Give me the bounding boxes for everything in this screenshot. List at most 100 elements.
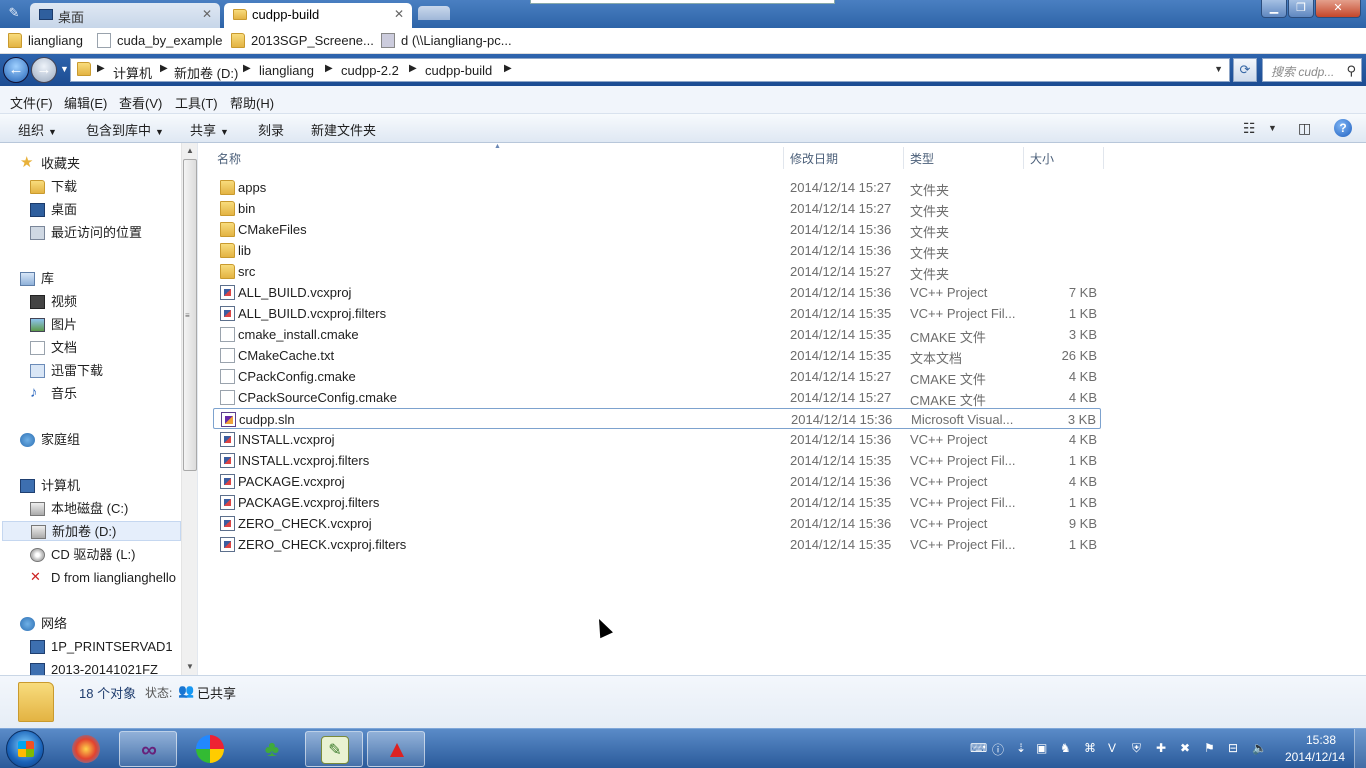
nav-downloads[interactable]: 下载 [30,177,77,197]
file-row[interactable]: ZERO_CHECK.vcxproj 2014/12/14 15:36 VC++ P… [213,513,1101,534]
back-button[interactable]: ← [3,57,29,83]
chevron-right-icon[interactable]: ▶ [243,63,251,74]
nav-network-host[interactable]: 1P_PRINTSERVAD1 [30,637,173,657]
clock-time[interactable]: 15:38 [1296,733,1346,747]
file-row[interactable]: cmake_install.cmake 2014/12/14 15:35 CMAKE… [213,324,1101,345]
file-row[interactable]: CMakeCache.txt 2014/12/14 15:35 文本文档 26 KB [213,345,1101,366]
close-icon[interactable]: ✕ [202,7,212,21]
tray-arrow-icon[interactable]: ⇣ [1016,741,1026,755]
breadcrumb-liangliang[interactable]: liangliang [259,63,314,78]
shield-icon[interactable]: ⛨ [1132,741,1141,756]
preview-pane-icon[interactable]: ◫ [1298,120,1311,137]
file-row[interactable]: INSTALL.vcxproj.filters 2014/12/14 15:35 V… [213,450,1101,471]
nav-thunder-downloads[interactable]: 迅雷下载 [30,361,103,381]
menu-edit[interactable]: 编辑(E) [64,93,107,112]
file-row[interactable]: cudpp.sln 2014/12/14 15:36 Microsoft Visua… [213,408,1101,429]
organize-button[interactable]: 组织 ▼ [18,120,57,139]
users-icon[interactable]: ♞ [1060,741,1071,755]
file-row[interactable]: lib 2014/12/14 15:36 文件夹 [213,240,1101,261]
column-header-name[interactable]: 名称 [217,150,241,167]
file-row[interactable]: CMakeFiles 2014/12/14 15:36 文件夹 [213,219,1101,240]
file-row[interactable]: PACKAGE.vcxproj.filters 2014/12/14 15:35 V… [213,492,1101,513]
file-row[interactable]: apps 2014/12/14 15:27 文件夹 [213,177,1101,198]
nav-desktop[interactable]: 桌面 [30,200,77,220]
menu-view[interactable]: 查看(V) [119,93,162,112]
menu-tools[interactable]: 工具(T) [175,93,218,112]
include-library-button[interactable]: 包含到库中 ▼ [86,120,164,139]
column-header-type[interactable]: 类型 [910,150,934,167]
nav-pictures[interactable]: 图片 [30,315,77,335]
volume-icon[interactable]: 🔈 [1252,741,1267,755]
file-row[interactable]: ALL_BUILD.vcxproj.filters 2014/12/14 15:3… [213,303,1101,324]
taskbar-app[interactable]: ▲ [367,731,425,767]
nav-favorites[interactable]: ★ 收藏夹 [20,154,80,174]
bookmark-item[interactable]: 2013SGP_Screene... [231,33,374,48]
taskbar-app[interactable] [57,731,115,767]
nav-videos[interactable]: 视频 [30,292,77,312]
share-button[interactable]: 共享 ▼ [190,120,229,139]
taskbar-app[interactable]: ♣ [243,731,301,767]
chevron-right-icon[interactable]: ▶ [160,63,168,74]
nav-recent-places[interactable]: 最近访问的位置 [30,223,142,243]
column-separator[interactable] [1023,147,1024,169]
new-folder-button[interactable]: 新建文件夹 [311,120,376,139]
file-row[interactable]: ZERO_CHECK.vcxproj.filters 2014/12/14 15:… [213,534,1101,555]
new-tab-button[interactable] [418,6,450,20]
history-dropdown-icon[interactable]: ▼ [60,64,69,74]
tab-desktop[interactable]: 桌面 ✕ [30,3,220,28]
column-header-date[interactable]: 修改日期 [790,150,838,167]
vc-icon[interactable]: V [1108,741,1116,755]
nav-computer[interactable]: 计算机 [20,476,80,496]
chevron-right-icon[interactable]: ▶ [325,63,333,74]
file-row[interactable]: CPackConfig.cmake 2014/12/14 15:27 CMAKE 文… [213,366,1101,387]
wrench-icon[interactable]: ✎ [6,5,22,21]
view-options-icon[interactable]: ☷ [1243,120,1256,137]
forward-button[interactable]: → [31,57,57,83]
chevron-right-icon[interactable]: ▶ [409,63,417,74]
tray-app-icon[interactable]: ▣ [1036,741,1047,755]
file-row[interactable]: src 2014/12/14 15:27 文件夹 [213,261,1101,282]
scroll-down-icon[interactable]: ▼ [186,662,194,671]
start-button[interactable] [6,730,44,768]
help-tray-icon[interactable]: ⓘ [992,741,1004,758]
network-icon[interactable]: ⊟ [1228,741,1238,755]
breadcrumb-computer[interactable]: 计算机 [113,63,152,82]
file-row[interactable]: PACKAGE.vcxproj 2014/12/14 15:36 VC++ Proj… [213,471,1101,492]
file-row[interactable]: bin 2014/12/14 15:27 文件夹 [213,198,1101,219]
column-separator[interactable] [783,147,784,169]
flag-icon[interactable]: ⚑ [1204,741,1215,755]
search-icon[interactable]: ⚲ [1346,63,1356,79]
taskbar-visual-studio[interactable]: ∞ [119,731,177,767]
refresh-button[interactable]: ⟳ [1233,58,1257,82]
search-input[interactable]: 搜索 cudp... ⚲ [1262,58,1362,82]
chevron-right-icon[interactable]: ▶ [97,63,105,74]
python-icon[interactable]: ⌘ [1084,741,1096,755]
nav-drive-d[interactable]: 新加卷 (D:) [2,521,181,541]
nav-music[interactable]: ♪ 音乐 [30,384,77,404]
column-separator[interactable] [1103,147,1104,169]
menu-file[interactable]: 文件(F) [10,93,53,112]
plus-icon[interactable]: ✚ [1156,741,1166,755]
file-row[interactable]: ALL_BUILD.vcxproj 2014/12/14 15:36 VC++ Pr… [213,282,1101,303]
breadcrumb-drive-d[interactable]: 新加卷 (D:) [174,63,238,82]
file-row[interactable]: INSTALL.vcxproj 2014/12/14 15:36 VC++ Proj… [213,429,1101,450]
chevron-down-icon[interactable]: ▼ [1268,123,1277,133]
minimize-button[interactable]: ▁ [1261,0,1287,18]
nav-network-host[interactable]: 2013-20141021FZ [30,660,158,675]
breadcrumb-cudpp-build[interactable]: cudpp-build [425,63,492,78]
burn-button[interactable]: 刻录 [258,120,284,139]
scroll-up-icon[interactable]: ▲ [186,146,194,155]
tab-cudpp-build[interactable]: cudpp-build ✕ [224,3,412,28]
nav-drive-c[interactable]: 本地磁盘 (C:) [30,499,128,519]
close-window-button[interactable]: ✕ [1315,0,1361,18]
nav-documents[interactable]: 文档 [30,338,77,358]
chevron-down-icon[interactable]: ▼ [1214,64,1223,74]
breadcrumb-cudpp[interactable]: cudpp-2.2 [341,63,399,78]
nav-network-drive[interactable]: ✕ D from lianglianghello [30,568,176,588]
column-separator[interactable] [903,147,904,169]
chevron-right-icon[interactable]: ▶ [504,63,512,74]
bookmark-item[interactable]: d (\\Liangliang-pc... [381,33,512,48]
menu-help[interactable]: 帮助(H) [230,93,274,112]
bookmark-item[interactable]: cuda_by_example [97,33,223,48]
keyboard-icon[interactable]: ⌨ [970,741,987,755]
